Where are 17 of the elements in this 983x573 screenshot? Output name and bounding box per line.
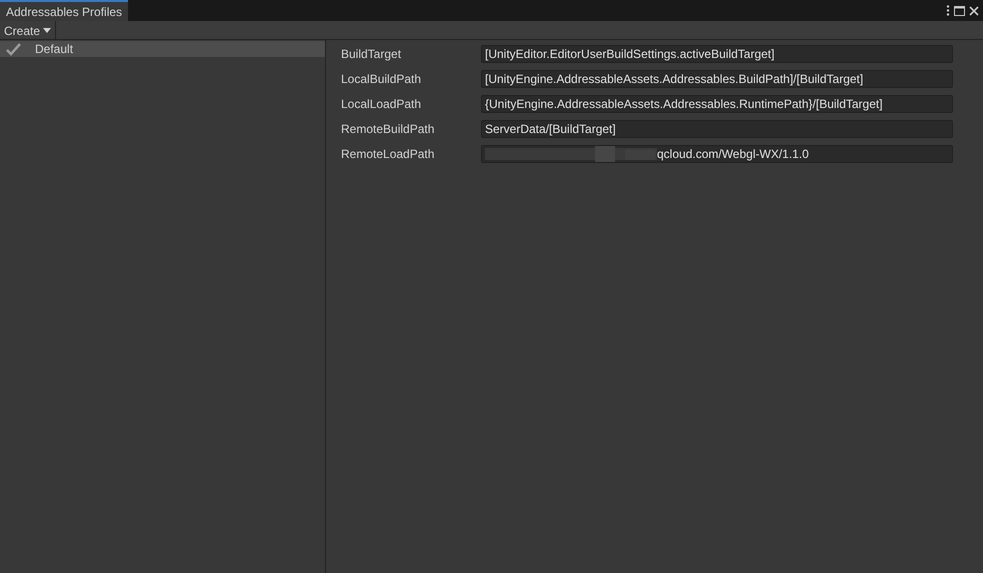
close-icon[interactable]	[969, 6, 979, 16]
variable-label: LocalLoadPath	[341, 96, 422, 113]
profile-item[interactable]: Default	[0, 41, 325, 57]
maximize-icon[interactable]	[954, 6, 965, 16]
profile-name: Default	[35, 41, 74, 58]
more-icon[interactable]	[946, 5, 950, 16]
variable-label: BuildTarget	[341, 46, 402, 63]
variable-label: LocalBuildPath	[341, 71, 422, 88]
window-tab[interactable]: Addressables Profiles	[0, 0, 128, 21]
caret-icon	[43, 28, 52, 33]
variable-field[interactable]: {UnityEngine.AddressableAssets.Addressables.RuntimePath}/[BuildTarget]	[481, 95, 953, 113]
variable-field[interactable]: [UnityEditor.EditorUserBuildSettings.activeBuildTarget]	[481, 45, 953, 63]
variable-field[interactable]: ServerData/[BuildTarget]	[481, 120, 953, 138]
variable-label: RemoteBuildPath	[341, 121, 436, 138]
variable-field[interactable]: qcloud.com/Webgl-WX/1.1.0	[481, 145, 953, 163]
variable-field[interactable]: [UnityEngine.AddressableAssets.Addressables.BuildPath]/[BuildTarget]	[481, 70, 953, 88]
variable-label: RemoteLoadPath	[341, 146, 436, 163]
